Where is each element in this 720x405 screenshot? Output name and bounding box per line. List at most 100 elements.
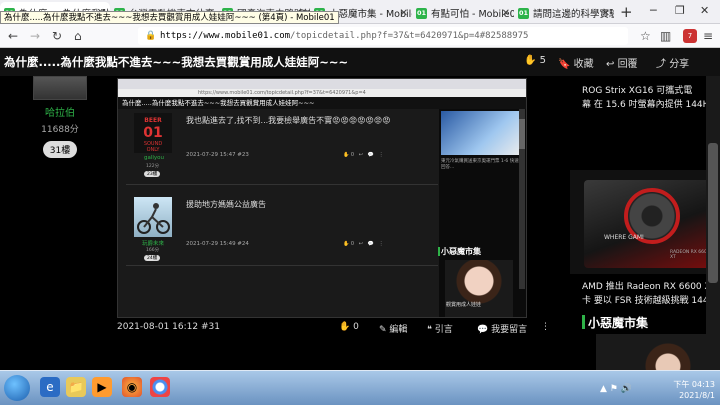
embedded-post-text-1: 我也點進去了,找不到...我要檢舉廣告不實😡😡😡😡😡😡😡 <box>186 116 391 125</box>
embedded-tab-bar <box>118 79 526 89</box>
embedded-url: https://www.mobile01.com/topicdetail.php… <box>118 89 526 97</box>
close-icon[interactable]: ✕ <box>602 8 610 19</box>
embedded-floor-1: 23樓 <box>144 171 161 177</box>
sidebar-ad-1[interactable]: ROG Strix XG16 可攜式電 幕 在 15.6 吋螢幕內提供 144H… <box>582 84 714 112</box>
media-player-icon[interactable]: ▶ <box>92 377 112 397</box>
post-footer: 2021-08-01 16:12 #31 ✋ 0 ✎ 編輯 ❝ 引言 💬 我要留… <box>117 319 557 339</box>
quote-label: 引言 <box>434 325 453 335</box>
back-icon[interactable]: ← <box>8 29 18 43</box>
embedded-points-2: 166分 <box>146 248 160 253</box>
extension-icon[interactable]: 7 <box>683 29 697 43</box>
market-heading: 小惡魔市集 <box>582 314 648 331</box>
comment-label: 我要留言 <box>491 325 528 335</box>
reply-label: 回覆 <box>617 59 638 70</box>
embedded-floor-2: 24樓 <box>144 255 161 261</box>
embedded-avatar-2 <box>134 197 172 237</box>
home-icon[interactable]: ⌂ <box>74 29 82 43</box>
divider <box>126 265 438 266</box>
graphics-card-image: WHERE GAMI RADEON RX 6600 XT <box>584 180 714 268</box>
divider <box>126 184 438 185</box>
gpu-brand-text: WHERE GAMI <box>604 234 644 241</box>
windows-start-icon[interactable] <box>4 375 30 401</box>
quote-button[interactable]: ❝ 引言 <box>427 322 453 335</box>
like-count: 5 <box>539 55 547 66</box>
tab-5[interactable]: 01 有點可怕 - Mobile01 ✕ <box>412 2 514 24</box>
window-close-icon[interactable]: ✕ <box>700 4 709 17</box>
tab-tooltip: 為什麼.....為什麼我點不進去~~~我想去買觀賞用成人娃娃阿~~~ (第4頁)… <box>0 11 339 24</box>
beer-logo-icon: BEER 01 SOUND ONLY <box>143 117 162 153</box>
floor-badge: 31樓 <box>42 141 78 158</box>
maximize-icon[interactable]: ❐ <box>675 4 685 17</box>
clock-date: 2021/8/1 <box>679 391 715 400</box>
sidebar-ad-2-line2: 卡 要以 FSR 技術越級挑戰 144 <box>582 296 709 306</box>
svg-text:BEER: BEER <box>144 117 162 124</box>
embedded-post-meta-1: 2021-07-29 15:47 #23 <box>186 152 249 158</box>
embedded-scroll-thumb <box>519 119 525 149</box>
author-points: 11688分 <box>41 125 79 135</box>
folder-icon[interactable]: 📁 <box>66 377 86 397</box>
post-like-button[interactable]: ✋ 0 <box>339 322 359 332</box>
post-like-count: 0 <box>353 322 359 332</box>
author-name[interactable]: 哈拉伯 <box>20 104 100 119</box>
market-image[interactable] <box>596 334 716 370</box>
reply-button[interactable]: ↩ 回覆 <box>606 55 638 70</box>
close-icon[interactable]: ✕ <box>502 8 510 19</box>
embedded-post-text-2: 援助地方媽媽公益廣告 <box>186 200 266 209</box>
topic-title: 為什麼.....為什麼我點不進去~~~我想去買觀賞用成人娃娃阿~~~ <box>4 55 349 69</box>
embedded-points-1: 122分 <box>146 164 160 169</box>
tray-icons[interactable]: ▲ ⚑ 🔊 <box>600 384 632 394</box>
firefox-icon[interactable]: ◉ <box>122 377 142 397</box>
url-path: /topicdetail.php?f=37&t=6420971&p=4#8258… <box>290 31 529 41</box>
edit-label: 編輯 <box>389 325 408 335</box>
url-host: https://www.mobile01.com <box>160 31 291 41</box>
embedded-title: 為什麼.....為什麼我點不進去~~~我想去買觀賞用成人娃娃阿~~~ <box>118 97 526 109</box>
avatar[interactable] <box>33 76 87 100</box>
bike-rider-icon <box>137 203 170 234</box>
embedded-actions-1: ✋ 0 ↩ 💬 ⋮ <box>343 152 384 158</box>
collect-label: 收藏 <box>573 59 594 70</box>
sidebar-ad-1-line2: 幕 在 15.6 吋螢幕內提供 144Hz <box>582 100 715 110</box>
mobile01-icon: 01 <box>416 7 427 19</box>
embedded-doll-image <box>445 260 513 317</box>
comment-button[interactable]: 💬 我要留言 <box>477 322 527 335</box>
forward-icon[interactable]: → <box>30 29 40 43</box>
ie-icon[interactable]: e <box>40 377 60 397</box>
mobile01-icon: 01 <box>518 7 529 19</box>
minimize-icon[interactable]: ─ <box>650 4 657 17</box>
tab-6[interactable]: 01 請問這邊的科學實驗很 ✕ <box>514 2 614 24</box>
url-input[interactable]: 🔒 https://www.mobile01.com/topicdetail.p… <box>138 27 628 45</box>
topic-header: 為什麼.....為什麼我點不進去~~~我想去買觀賞用成人娃娃阿~~~ ✋ 5 🔖… <box>0 48 720 76</box>
bookmark-star-icon[interactable]: ☆ <box>640 29 651 43</box>
more-icon[interactable]: ⋮ <box>541 322 550 332</box>
close-icon[interactable]: ✕ <box>400 8 408 19</box>
taskbar-clock[interactable]: 下午 04:13 2021/8/1 <box>665 379 715 401</box>
embedded-ad-image <box>441 111 521 155</box>
address-bar: ← → ↻ ⌂ 🔒 https://www.mobile01.com/topic… <box>0 24 720 48</box>
embedded-avatar-1: BEER 01 SOUND ONLY <box>134 113 172 153</box>
page-content: 為什麼.....為什麼我點不進去~~~我想去買觀賞用成人娃娃阿~~~ ✋ 5 🔖… <box>0 48 720 370</box>
chrome-icon[interactable] <box>150 377 170 397</box>
collect-button[interactable]: 🔖 收藏 <box>558 55 594 70</box>
new-tab-icon[interactable]: + <box>620 3 633 21</box>
share-button[interactable]: ⤴ 分享 <box>656 55 689 70</box>
svg-text:01: 01 <box>143 125 162 141</box>
embedded-user-1: gallyou <box>144 155 165 161</box>
extension-badge-count: 7 <box>687 32 693 40</box>
author-panel: 哈拉伯 11688分 31樓 <box>20 76 100 158</box>
embedded-ad-text: 東元冷氣購買送東京奧運門票 1-6 快速回答... <box>441 159 519 170</box>
embedded-user-2: 玩爵未來 <box>142 241 165 247</box>
lock-icon: 🔒 <box>145 31 157 41</box>
menu-icon[interactable]: ≡ <box>703 29 713 43</box>
sidebar-ad-2[interactable]: AMD 推出 Radeon RX 6600 XT 卡 要以 FSR 技術越級挑戰… <box>582 280 716 308</box>
page-scroll-thumb[interactable] <box>708 143 718 283</box>
edit-button[interactable]: ✎ 編輯 <box>379 322 407 335</box>
clock-time: 下午 04:13 <box>673 380 715 389</box>
taskbar: e 📁 ▶ ◉ ▲ ⚑ 🔊 下午 04:13 2021/8/1 <box>0 370 720 405</box>
like-button[interactable]: ✋ 5 <box>524 55 546 66</box>
gpu-ad-image[interactable]: WHERE GAMI RADEON RX 6600 XT <box>570 170 720 274</box>
right-sidebar: ROG Strix XG16 可攜式電 幕 在 15.6 吋螢幕內提供 144H… <box>570 76 720 370</box>
library-icon[interactable]: ▥ <box>660 29 671 43</box>
reload-icon[interactable]: ↻ <box>52 29 62 43</box>
sidebar-ad-2-line1: AMD 推出 Radeon RX 6600 XT <box>582 282 717 292</box>
svg-text:ONLY: ONLY <box>147 147 161 153</box>
